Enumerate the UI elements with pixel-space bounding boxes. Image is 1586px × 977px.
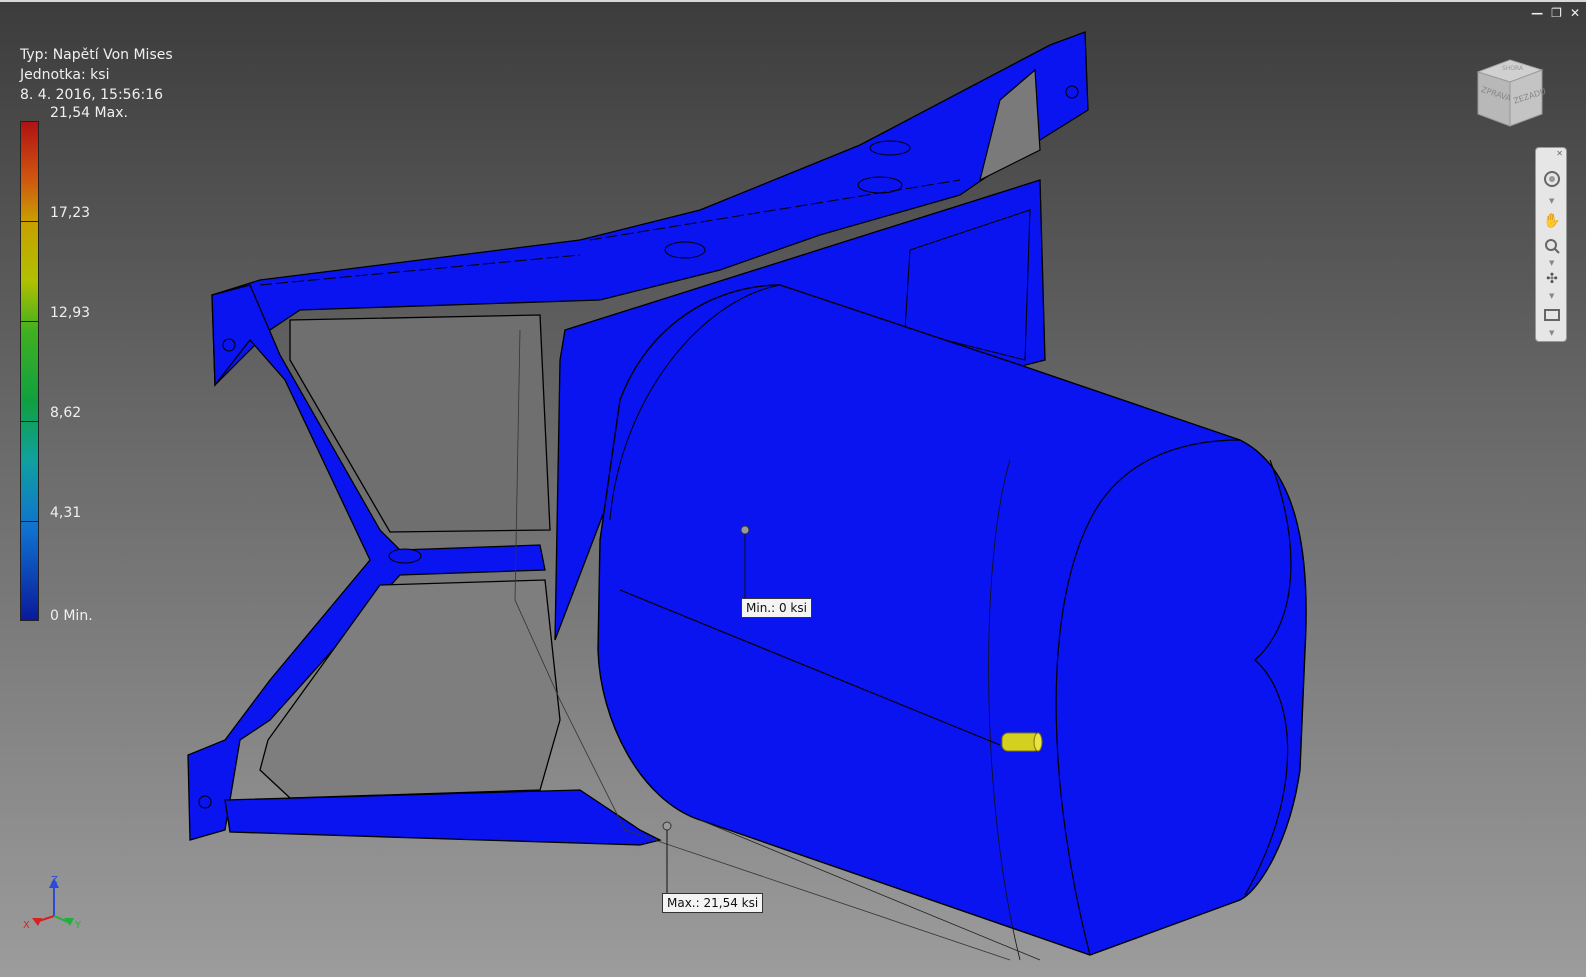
look-at-icon[interactable] xyxy=(1541,304,1563,326)
legend-tick xyxy=(20,421,39,422)
legend-label: 4,31 xyxy=(50,505,82,521)
model-scene[interactable] xyxy=(0,0,1586,977)
result-timestamp: 8. 4. 2016, 15:56:16 xyxy=(20,87,164,103)
navbar-close-icon[interactable]: ✕ xyxy=(1556,149,1563,158)
legend-label-max: 21,54 Max. xyxy=(50,105,128,121)
legend-label: 12,93 xyxy=(50,305,91,321)
chevron-down-icon[interactable]: ▼ xyxy=(1549,198,1554,205)
result-info: Typ: Napětí Von Mises Jednotka: ksi 8. 4… xyxy=(20,45,173,105)
cylinder-housing xyxy=(597,284,1307,961)
viewcube-face-top[interactable]: SHORA xyxy=(1502,65,1524,72)
customize-icon[interactable]: ▼ xyxy=(1549,330,1554,337)
viewcube[interactable]: ZPRAVA ZEZADU SHORA xyxy=(1474,56,1546,128)
zoom-icon[interactable] xyxy=(1541,235,1563,257)
axis-y-label: Y xyxy=(74,920,82,931)
chevron-down-icon[interactable]: ▼ xyxy=(1549,293,1554,300)
pan-icon[interactable]: ✋ xyxy=(1541,210,1563,232)
orbit-icon[interactable]: ✣ xyxy=(1541,268,1563,290)
result-type: Typ: Napětí Von Mises xyxy=(20,47,173,63)
color-legend-bar xyxy=(20,121,39,621)
chevron-down-icon[interactable]: ▼ xyxy=(1549,260,1554,267)
axis-z-label: Z xyxy=(51,875,58,886)
legend-tick xyxy=(20,321,39,322)
max-probe-label[interactable]: Max.: 21,54 ksi xyxy=(662,893,764,913)
graphics-viewport[interactable]: — ❐ ✕ Min.: 0 ksi Max.: 21,54 ksi Typ: N… xyxy=(0,0,1586,977)
legend-tick xyxy=(20,221,39,222)
axis-x-label: X xyxy=(23,920,30,931)
highlight-pin xyxy=(1001,732,1043,752)
legend-label: 17,23 xyxy=(50,205,91,221)
max-probe-marker[interactable] xyxy=(662,821,672,900)
axis-triad: Z X Y xyxy=(23,875,82,931)
min-probe-label[interactable]: Min.: 0 ksi xyxy=(741,598,812,618)
legend-tick xyxy=(20,521,39,522)
navigation-bar: ✕ ▼ ✋ ▼ ✣ ▼ ▼ xyxy=(1535,147,1567,342)
steering-wheel-icon[interactable] xyxy=(1541,168,1563,190)
legend-label-min: 0 Min. xyxy=(50,608,93,624)
result-unit: Jednotka: ksi xyxy=(20,67,110,83)
legend-label: 8,62 xyxy=(50,405,82,421)
